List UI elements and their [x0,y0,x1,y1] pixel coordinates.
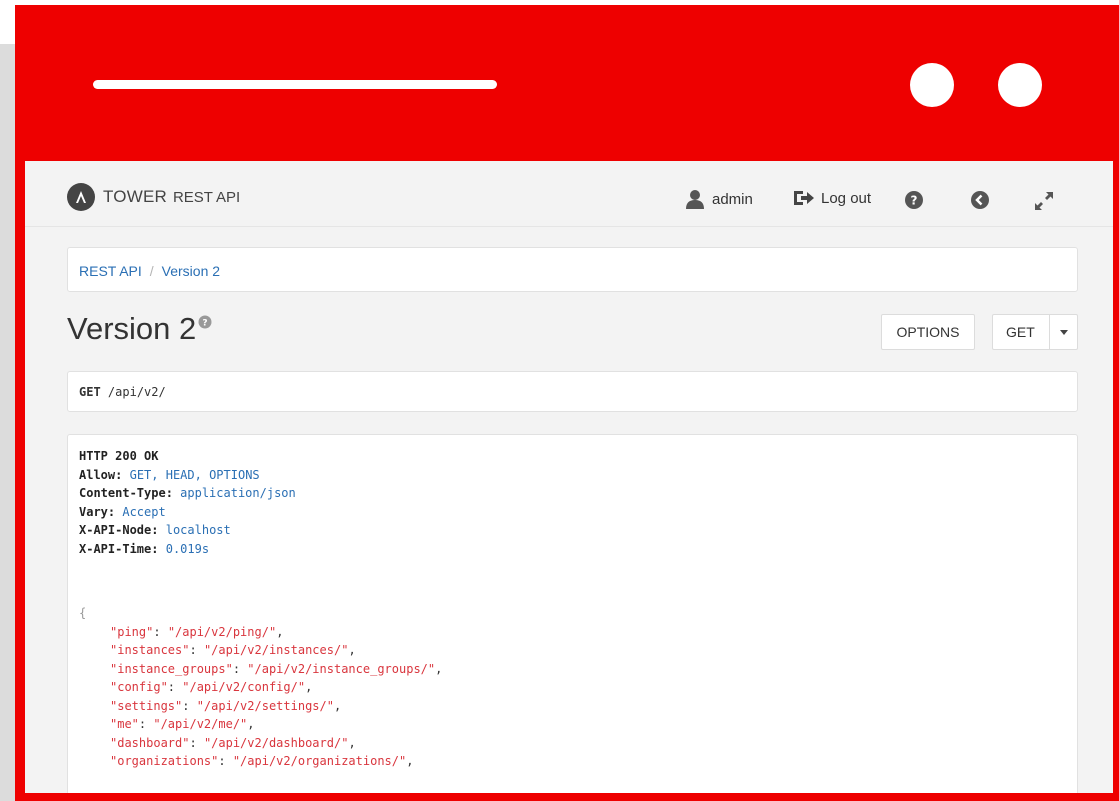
window-dot-icon [998,63,1042,107]
json-open-brace: { [79,606,87,620]
json-key: "me" [110,717,139,731]
response-body: { "ping": "/api/v2/ping/", "instances": … [79,604,1077,771]
json-row: "dashboard": "/api/v2/dashboard/", [110,735,356,750]
json-row: "config": "/api/v2/config/", [110,680,313,694]
user-menu[interactable]: admin [685,189,753,209]
app-screen: TOWER REST API admin Log out ? REST API /… [25,161,1113,793]
json-link[interactable]: "/api/v2/dashboard/" [204,736,349,750]
header-line: X-API-Time: 0.019s [79,540,1077,559]
svg-text:?: ? [203,319,208,329]
response-panel: HTTP 200 OK Allow: GET, HEAD, OPTIONS Co… [67,434,1078,793]
json-row: "instance_groups": "/api/v2/instance_gro… [110,661,443,676]
json-link[interactable]: "/api/v2/me/" [153,717,247,731]
json-row: "organizations": "/api/v2/organizations/… [110,754,414,768]
breadcrumb-current-link[interactable]: Version 2 [162,263,220,279]
back-arrow-icon[interactable] [971,191,989,209]
brand[interactable]: TOWER REST API [67,183,240,211]
get-button[interactable]: GET [992,314,1078,350]
request-path: /api/v2/ [107,385,166,399]
header-value: 0.019s [165,541,210,556]
help-circle-icon[interactable]: ? [905,191,923,209]
top-navbar: TOWER REST API admin Log out ? [25,161,1113,227]
json-key: "dashboard" [110,735,190,750]
json-key: "ping" [110,624,154,639]
response-headers: HTTP 200 OK Allow: GET, HEAD, OPTIONS Co… [79,447,1077,558]
status-line: HTTP 200 OK [79,447,1077,466]
header-line: Allow: GET, HEAD, OPTIONS [79,466,1077,485]
breadcrumb-separator: / [149,263,154,279]
logout-icon [794,191,814,205]
ansible-logo-icon [67,183,95,211]
json-row: "ping": "/api/v2/ping/", [110,624,284,639]
json-row: "instances": "/api/v2/instances/", [110,643,356,657]
header-name: Allow: [79,467,123,482]
json-key: "config" [110,680,168,694]
logout-link[interactable]: Log out [792,189,871,207]
header-name: Content-Type: [79,486,173,500]
json-key: "settings" [110,698,183,713]
json-link[interactable]: "/api/v2/settings/" [197,699,334,713]
json-key: "instances" [110,643,190,657]
header-line: Vary: Accept [79,503,1077,522]
brand-name: TOWER [103,187,167,206]
breadcrumb: REST API / Version 2 [67,247,1078,292]
header-name: X-API-Node: [79,523,159,537]
page-title-row: Version 2 ? [67,311,212,347]
header-line: X-API-Node: localhost [79,521,1077,540]
expand-icon[interactable] [1033,190,1055,212]
json-link[interactable]: "/api/v2/instance_groups/" [247,662,435,676]
brand-subtitle: REST API [172,188,241,206]
header-line: Content-Type: application/json [79,484,1077,503]
json-key: "instance_groups" [110,661,233,676]
user-icon [686,190,704,209]
json-key: "organizations" [110,754,219,768]
logout-label: Log out [821,189,872,207]
window-dot-icon [910,63,954,107]
header-value: localhost [165,523,231,537]
breadcrumb-root-link[interactable]: REST API [79,263,142,279]
status-text: HTTP 200 OK [79,449,159,463]
json-row: "me": "/api/v2/me/", [110,717,255,731]
json-link[interactable]: "/api/v2/ping/" [168,625,276,639]
help-small-icon[interactable]: ? [198,315,212,329]
request-panel: GET /api/v2/ [67,371,1078,412]
json-link[interactable]: "/api/v2/instances/" [204,643,349,657]
json-link[interactable]: "/api/v2/organizations/" [233,754,406,768]
header-name: Vary: [79,504,116,519]
header-value: GET, HEAD, OPTIONS [129,467,260,482]
get-button-label: GET [1006,324,1035,340]
header-value: application/json [180,486,296,500]
button-divider [1049,315,1050,349]
json-row: "settings": "/api/v2/settings/", [110,698,342,713]
options-button[interactable]: OPTIONS [881,314,975,350]
page-title: Version 2 [67,311,197,346]
address-bar-placeholder [93,80,497,89]
header-value: Accept [122,504,166,519]
svg-text:?: ? [911,194,918,208]
request-method: GET [79,385,101,399]
caret-down-icon[interactable] [1060,330,1068,335]
header-name: X-API-Time: [79,541,159,556]
json-link[interactable]: "/api/v2/config/" [182,680,305,694]
username-label: admin [712,190,753,208]
